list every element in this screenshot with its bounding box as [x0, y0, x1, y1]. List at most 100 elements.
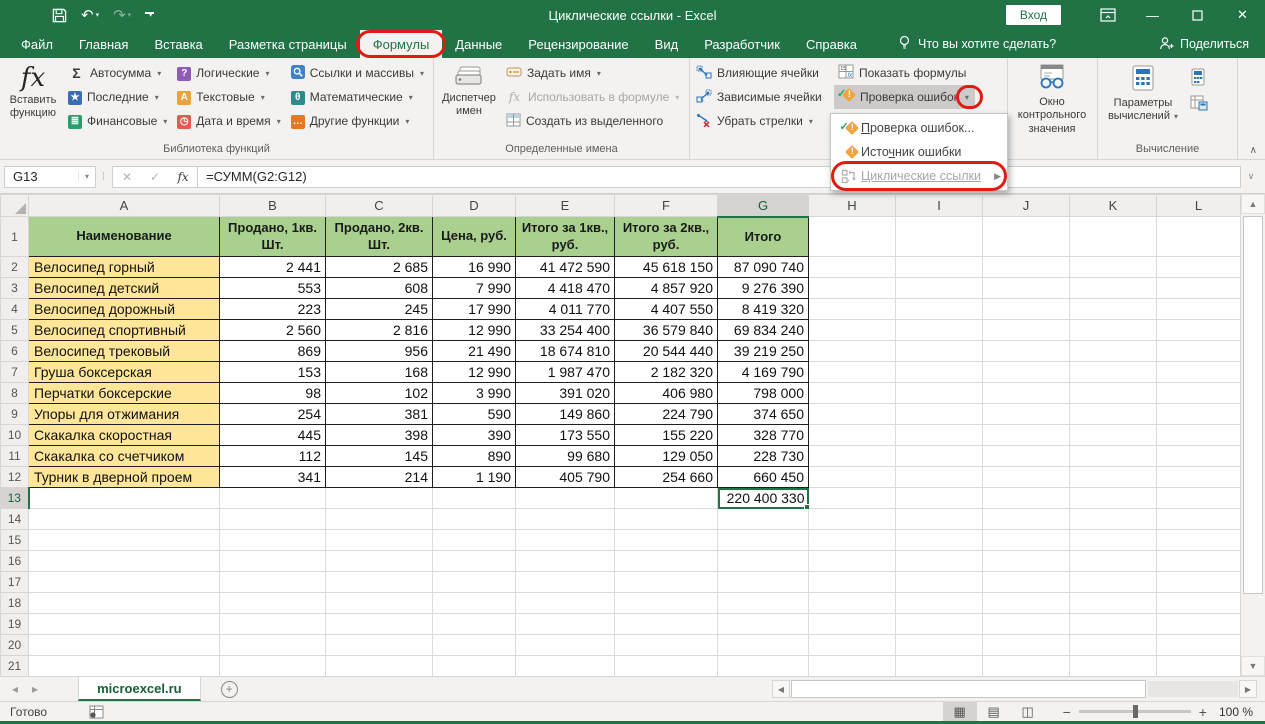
- cell-C4[interactable]: 245: [326, 299, 433, 320]
- cell[interactable]: [1070, 362, 1157, 383]
- cell[interactable]: [29, 530, 220, 551]
- cell[interactable]: [1070, 278, 1157, 299]
- cell[interactable]: [896, 593, 983, 614]
- datetime-button[interactable]: ◷Дата и время▾: [173, 109, 286, 133]
- name-box[interactable]: G13 ▾: [4, 166, 96, 188]
- cell[interactable]: [718, 614, 809, 635]
- cell[interactable]: [29, 488, 220, 509]
- view-page-break-icon[interactable]: ◫: [1011, 702, 1045, 721]
- math-button[interactable]: θМатематические▾: [287, 85, 430, 109]
- cell-C3[interactable]: 608: [326, 278, 433, 299]
- cell-A12[interactable]: Турник в дверной проем: [29, 467, 220, 488]
- customize-qat-icon[interactable]: ▾: [145, 12, 154, 18]
- cell[interactable]: [809, 425, 896, 446]
- row-header-19[interactable]: 19: [1, 614, 29, 635]
- enter-icon[interactable]: ✓: [141, 170, 169, 184]
- sheet-next-icon[interactable]: ▸: [32, 682, 38, 696]
- cell-B6[interactable]: 869: [220, 341, 326, 362]
- cell[interactable]: [896, 299, 983, 320]
- sheet-tab-active[interactable]: microexcel.ru: [78, 677, 201, 701]
- cell[interactable]: [220, 614, 326, 635]
- row-header-5[interactable]: 5: [1, 320, 29, 341]
- row-header-15[interactable]: 15: [1, 530, 29, 551]
- sign-in-button[interactable]: Вход: [1006, 5, 1061, 25]
- cell-C11[interactable]: 145: [326, 446, 433, 467]
- view-page-layout-icon[interactable]: ▤: [977, 702, 1011, 721]
- cell-A4[interactable]: Велосипед дорожный: [29, 299, 220, 320]
- cell[interactable]: [896, 551, 983, 572]
- cell[interactable]: [896, 383, 983, 404]
- cell[interactable]: [433, 593, 516, 614]
- header-cell-C1[interactable]: Продано, 2кв. Шт.: [326, 217, 433, 257]
- cell-C12[interactable]: 214: [326, 467, 433, 488]
- cell-E7[interactable]: 1 987 470: [516, 362, 615, 383]
- cell-F6[interactable]: 20 544 440: [615, 341, 718, 362]
- cell-G6[interactable]: 39 219 250: [718, 341, 809, 362]
- cell[interactable]: [809, 362, 896, 383]
- cell[interactable]: [718, 509, 809, 530]
- cell[interactable]: [29, 656, 220, 677]
- cell-G4[interactable]: 8 419 320: [718, 299, 809, 320]
- header-cell-G1[interactable]: Итого: [718, 217, 809, 257]
- cell-G3[interactable]: 9 276 390: [718, 278, 809, 299]
- insert-function-button[interactable]: fx Вставить функцию: [2, 60, 64, 139]
- header-cell-E1[interactable]: Итого за 1кв., руб.: [516, 217, 615, 257]
- cell-F8[interactable]: 406 980: [615, 383, 718, 404]
- row-header-6[interactable]: 6: [1, 341, 29, 362]
- tab-файл[interactable]: Файл: [8, 30, 66, 58]
- cell-C5[interactable]: 2 816: [326, 320, 433, 341]
- column-header-A[interactable]: A: [29, 195, 220, 217]
- dropdown-caret-icon[interactable]: ▾: [420, 69, 424, 78]
- view-normal-icon[interactable]: ▦: [943, 702, 977, 721]
- cell-B2[interactable]: 2 441: [220, 257, 326, 278]
- cell[interactable]: [326, 656, 433, 677]
- ribbon-display-options-icon[interactable]: [1085, 0, 1130, 30]
- column-header-H[interactable]: H: [809, 195, 896, 217]
- cell[interactable]: [983, 467, 1070, 488]
- cell[interactable]: [809, 404, 896, 425]
- cell[interactable]: [896, 278, 983, 299]
- cell-D10[interactable]: 390: [433, 425, 516, 446]
- sheet-prev-icon[interactable]: ◂: [12, 682, 18, 696]
- cell[interactable]: [615, 551, 718, 572]
- minimize-button[interactable]: —: [1130, 0, 1175, 30]
- row-header-2[interactable]: 2: [1, 257, 29, 278]
- cell[interactable]: [326, 509, 433, 530]
- redo-icon[interactable]: ↷▾: [113, 6, 131, 24]
- cell[interactable]: [1070, 593, 1157, 614]
- scroll-left-icon[interactable]: ◀: [772, 680, 790, 698]
- cell-C10[interactable]: 398: [326, 425, 433, 446]
- cell[interactable]: [983, 278, 1070, 299]
- cell[interactable]: [983, 572, 1070, 593]
- selected-cell-G13[interactable]: 220 400 330: [718, 488, 809, 509]
- cell[interactable]: [1157, 404, 1241, 425]
- cell-C7[interactable]: 168: [326, 362, 433, 383]
- autosum-button[interactable]: ΣАвтосумма▾: [64, 61, 173, 85]
- cell[interactable]: [896, 509, 983, 530]
- cell[interactable]: [896, 341, 983, 362]
- cell-A8[interactable]: Перчатки боксерские: [29, 383, 220, 404]
- formula-bar-splitter[interactable]: ⁞: [96, 171, 112, 183]
- cell[interactable]: [896, 404, 983, 425]
- cell[interactable]: [809, 299, 896, 320]
- row-header-9[interactable]: 9: [1, 404, 29, 425]
- cell[interactable]: [516, 572, 615, 593]
- cell[interactable]: [516, 593, 615, 614]
- cell[interactable]: [1070, 257, 1157, 278]
- cell-B12[interactable]: 341: [220, 467, 326, 488]
- cell[interactable]: [516, 656, 615, 677]
- cell-D5[interactable]: 12 990: [433, 320, 516, 341]
- error-checking-button[interactable]: ✓!Проверка ошибок▾: [834, 85, 975, 109]
- logical-button[interactable]: ?Логические▾: [173, 61, 286, 85]
- cell[interactable]: [433, 656, 516, 677]
- column-header-E[interactable]: E: [516, 195, 615, 217]
- cell-A7[interactable]: Груша боксерская: [29, 362, 220, 383]
- horizontal-scrollbar[interactable]: ◀ ▶: [772, 680, 1257, 698]
- header-cell-D1[interactable]: Цена, руб.: [433, 217, 516, 257]
- column-header-I[interactable]: I: [896, 195, 983, 217]
- cell-B7[interactable]: 153: [220, 362, 326, 383]
- watch-window-button[interactable]: Окно контрольного значения: [1010, 60, 1094, 139]
- cell-E8[interactable]: 391 020: [516, 383, 615, 404]
- dropdown-caret-icon[interactable]: ▾: [809, 117, 813, 126]
- cell[interactable]: [433, 572, 516, 593]
